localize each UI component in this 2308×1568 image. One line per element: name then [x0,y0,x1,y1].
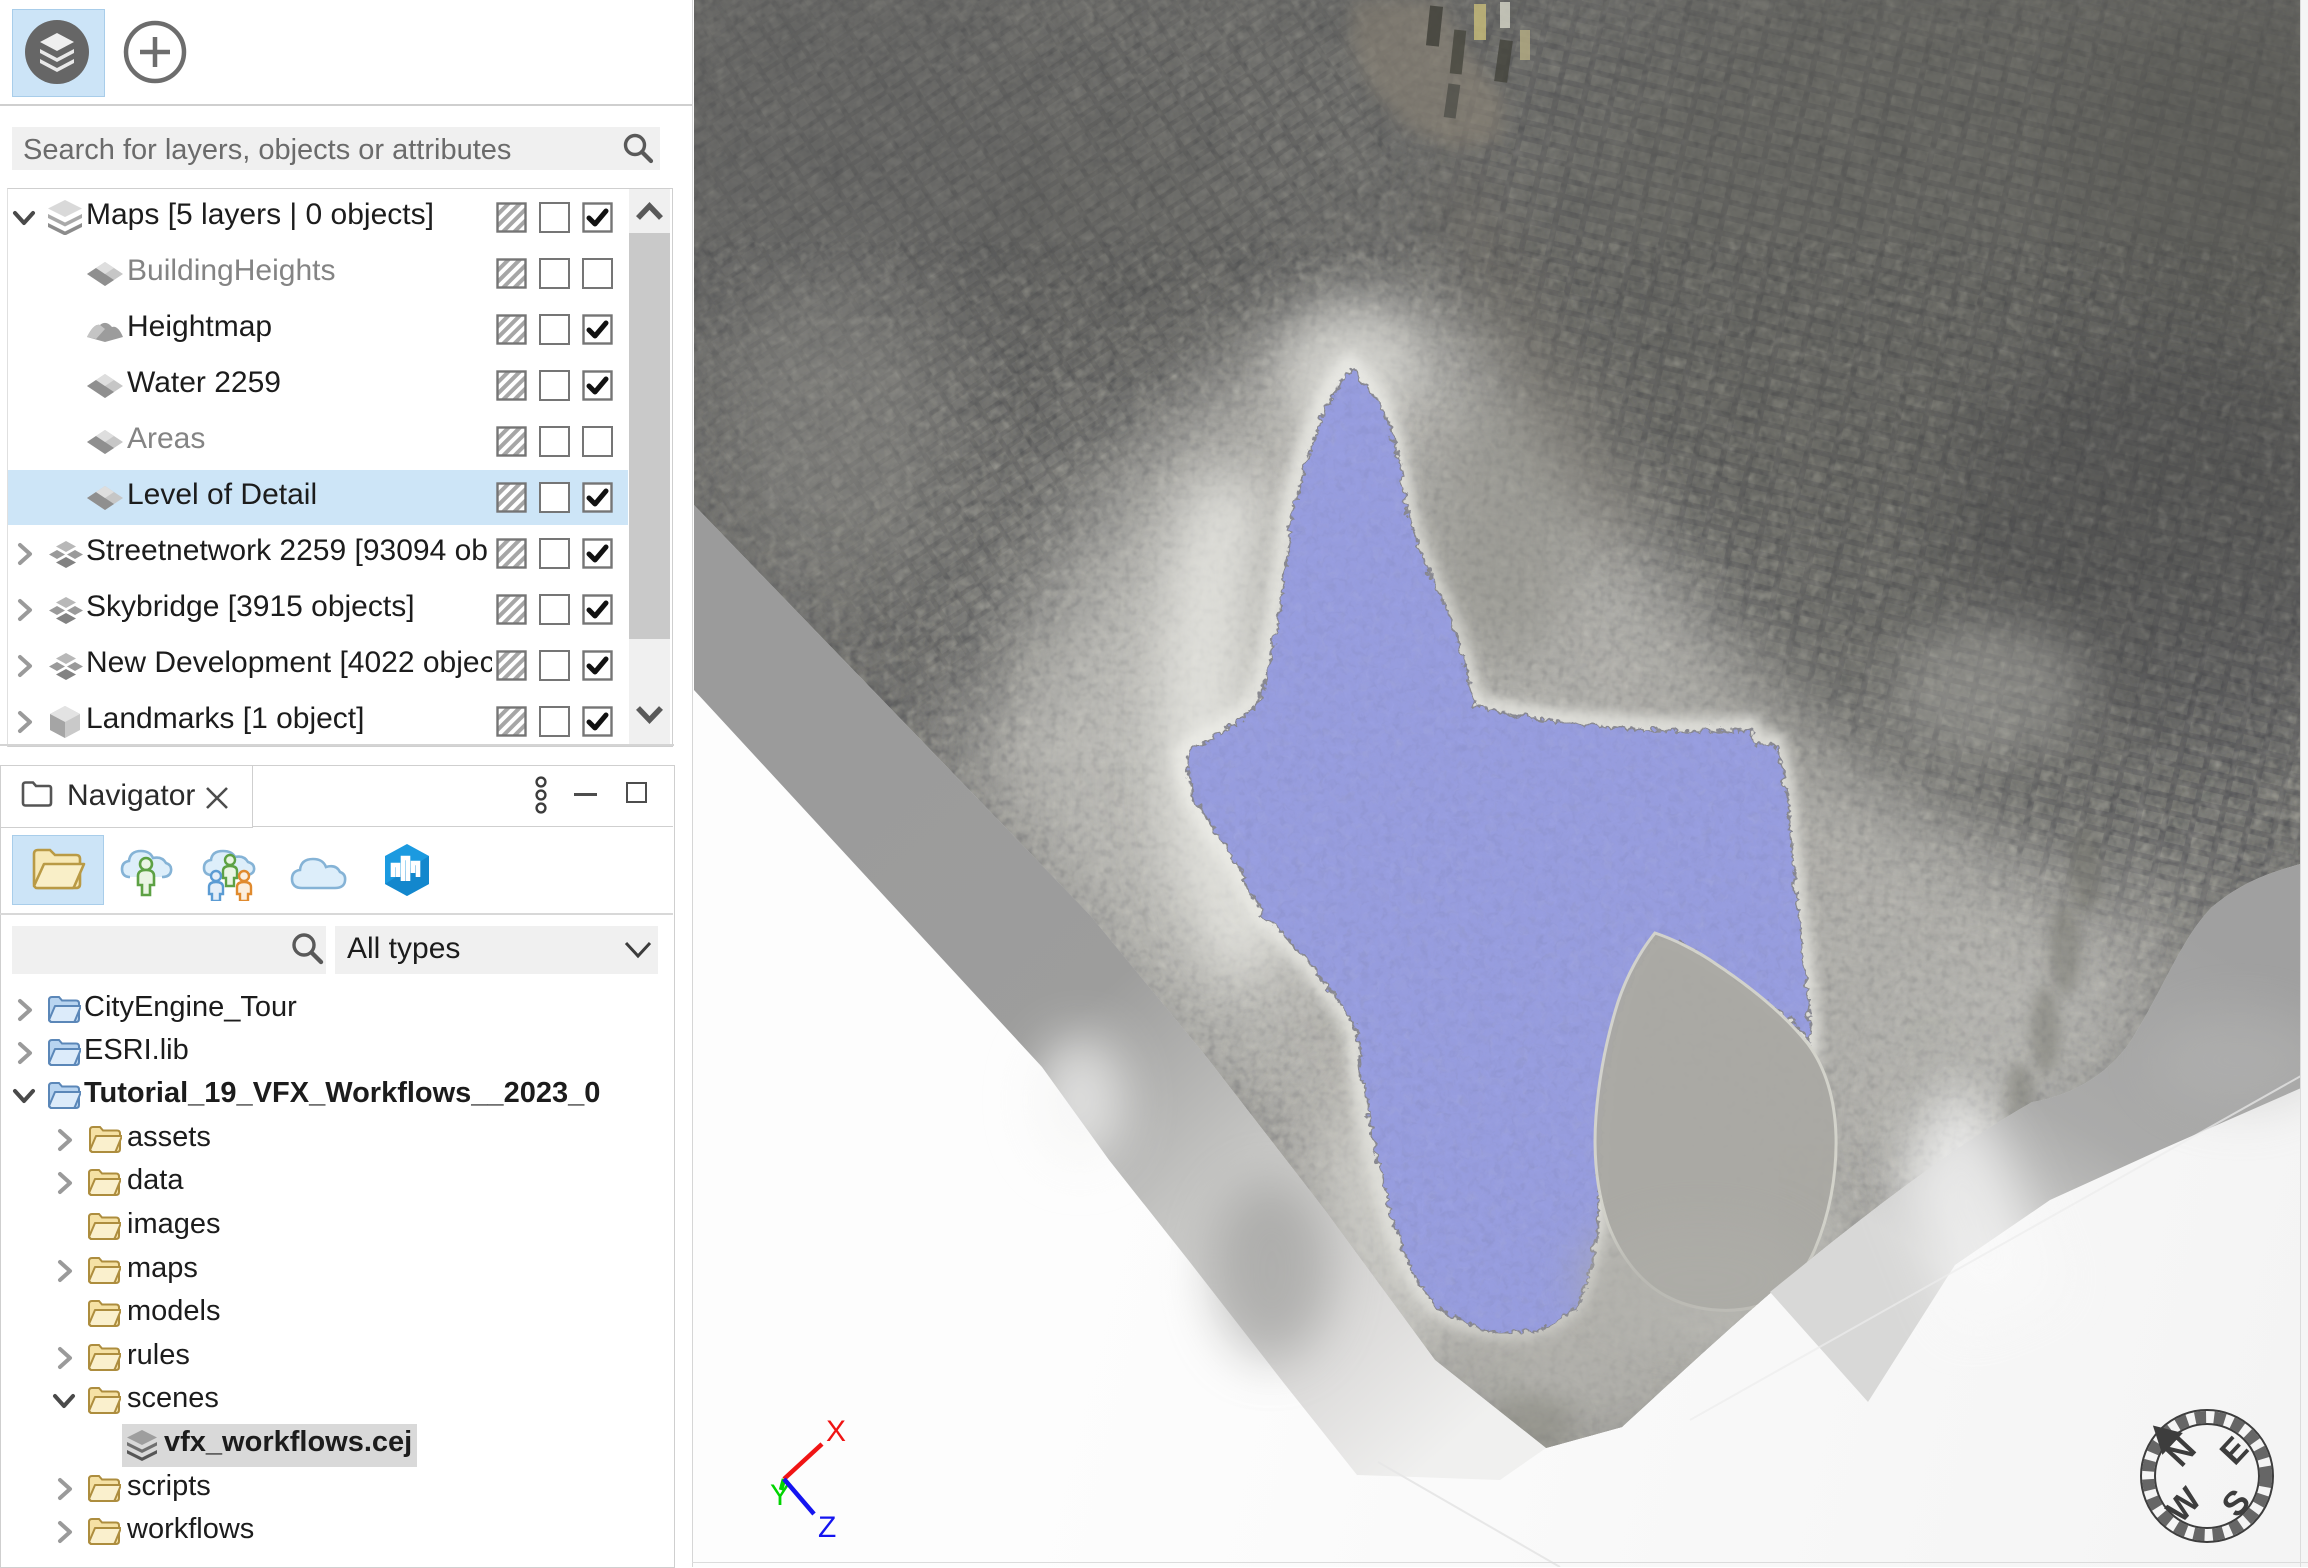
svg-text:Z: Z [818,1511,836,1544]
svg-text:X: X [826,1415,846,1448]
